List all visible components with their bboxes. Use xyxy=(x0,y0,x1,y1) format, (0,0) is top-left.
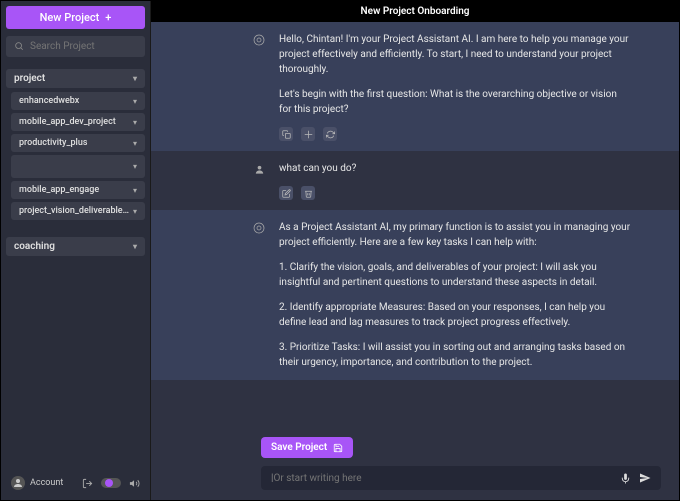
sidebar-item-mobile-app-engage[interactable]: mobile_app_engage ▾ xyxy=(11,181,145,199)
message-text: As a Project Assistant AI, my primary fu… xyxy=(279,220,631,250)
account-label: Account xyxy=(30,478,63,488)
volume-icon[interactable] xyxy=(129,478,140,489)
sidebar-item-mobile-app-dev[interactable]: mobile_app_dev_project ▾ xyxy=(11,113,145,131)
message-content: As a Project Assistant AI, my primary fu… xyxy=(279,220,661,370)
new-project-button[interactable]: New Project + xyxy=(6,6,145,29)
message-text: what can you do? xyxy=(279,161,631,176)
chevron-down-icon: ▾ xyxy=(133,139,137,148)
category-coaching-header[interactable]: coaching ▾ xyxy=(6,237,145,256)
save-project-button[interactable]: Save Project xyxy=(261,437,353,458)
chevron-down-icon: ▾ xyxy=(133,118,137,127)
save-icon xyxy=(333,443,343,453)
sidebar-item-label: productivity_plus xyxy=(19,138,87,148)
save-project-label: Save Project xyxy=(271,442,327,453)
bottom-area: Save Project | xyxy=(151,435,679,500)
message-content: what can you do? xyxy=(279,161,661,200)
search-icon xyxy=(14,41,24,51)
refresh-icon[interactable] xyxy=(323,127,337,141)
message-text: Hello, Chintan! I'm your Project Assista… xyxy=(279,32,631,77)
edit-icon[interactable] xyxy=(279,186,293,200)
user-avatar-icon xyxy=(251,161,267,177)
logout-icon[interactable] xyxy=(82,478,93,489)
category-project-header[interactable]: project ▾ xyxy=(6,69,145,88)
main-area: New Project Onboarding Hello, Chintan! I… xyxy=(151,1,679,500)
sidebar-item-enhancedwebx[interactable]: enhancedwebx ▾ xyxy=(11,92,145,110)
sidebar-controls xyxy=(82,478,140,489)
page-title: New Project Onboarding xyxy=(151,1,679,22)
chevron-down-icon: ▾ xyxy=(133,74,137,83)
message-user: what can you do? xyxy=(151,151,679,210)
chevron-down-icon: ▾ xyxy=(133,162,137,171)
sidebar-item-label: project_vision_deliverables_go... xyxy=(19,206,133,216)
message-text: 3. Prioritize Tasks: I will assist you i… xyxy=(279,340,631,370)
messages-list: Hello, Chintan! I'm your Project Assista… xyxy=(151,22,679,435)
message-content: Hello, Chintan! I'm your Project Assista… xyxy=(279,32,661,141)
sidebar-bottom: Account xyxy=(6,471,145,495)
delete-icon[interactable] xyxy=(301,186,315,200)
sidebar-item-label: mobile_app_engage xyxy=(19,185,99,195)
sidebar-item-label: mobile_app_dev_project xyxy=(19,117,116,127)
plus-icon: + xyxy=(105,11,111,24)
chevron-down-icon: ▾ xyxy=(133,207,137,216)
category-project-label: project xyxy=(14,73,45,84)
sidebar-item-productivity-plus[interactable]: productivity_plus ▾ xyxy=(11,134,145,152)
sidebar-item-label: enhancedwebx xyxy=(19,96,79,106)
category-coaching-label: coaching xyxy=(14,241,55,252)
search-wrapper xyxy=(6,34,145,57)
search-input[interactable] xyxy=(6,36,145,57)
message-actions xyxy=(279,127,631,141)
account-icon xyxy=(11,476,25,490)
send-icon[interactable] xyxy=(639,472,651,484)
copy-icon[interactable] xyxy=(279,127,293,141)
message-text: 1. Clarify the vision, goals, and delive… xyxy=(279,260,631,290)
chevron-down-icon: ▾ xyxy=(133,242,137,251)
chat-input[interactable] xyxy=(273,473,612,484)
message-ai: Hello, Chintan! I'm your Project Assista… xyxy=(151,22,679,151)
chevron-down-icon: ▾ xyxy=(133,97,137,106)
theme-toggle[interactable] xyxy=(101,478,121,488)
message-ai: As a Project Assistant AI, my primary fu… xyxy=(151,210,679,380)
message-text: Let's begin with the first question: Wha… xyxy=(279,87,631,117)
ai-avatar-icon xyxy=(251,220,267,236)
account-button[interactable]: Account xyxy=(11,476,63,490)
sidebar: New Project + project ▾ enhancedwebx ▾ m… xyxy=(1,1,151,500)
sidebar-item-empty[interactable]: ▾ xyxy=(11,155,145,178)
chat-input-area: | xyxy=(261,466,661,490)
mic-icon[interactable] xyxy=(620,473,631,484)
chevron-down-icon: ▾ xyxy=(133,186,137,195)
sidebar-item-project-vision[interactable]: project_vision_deliverables_go... ▾ xyxy=(11,202,145,220)
new-project-label: New Project xyxy=(40,11,100,24)
message-actions xyxy=(279,186,631,200)
ai-avatar-icon xyxy=(251,32,267,48)
message-text: 2. Identify appropriate Measures: Based … xyxy=(279,300,631,330)
pin-icon[interactable] xyxy=(301,127,315,141)
